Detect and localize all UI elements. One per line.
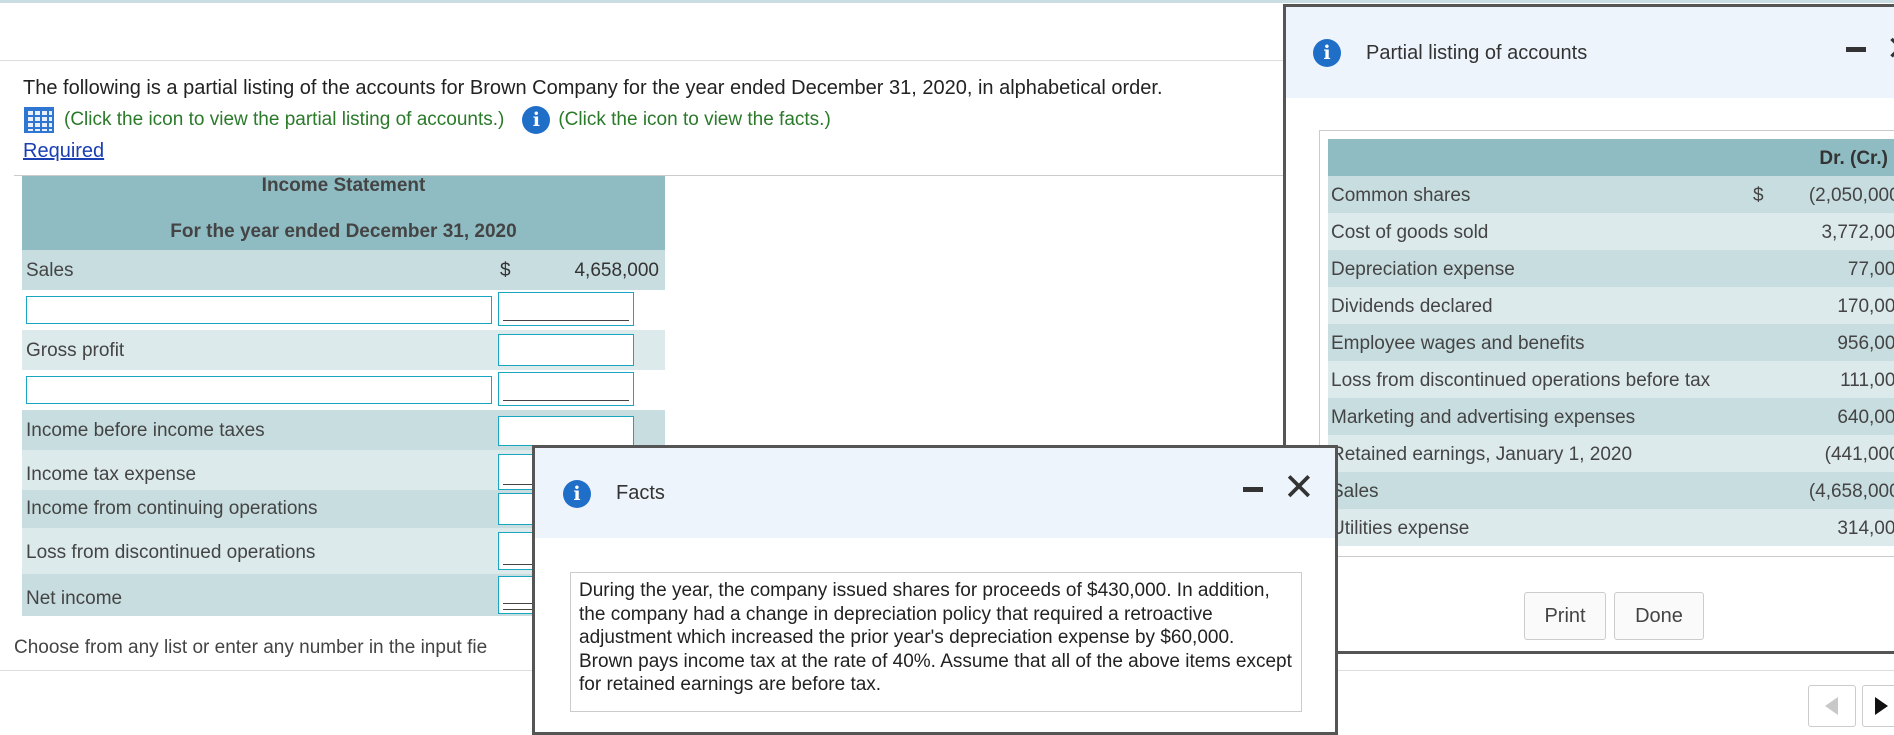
accounts-link[interactable]: (Click the icon to view the partial list… [64,109,504,131]
gross-profit-row: Gross profit [22,330,665,370]
cost-row [22,290,665,330]
account-dollar: $ [1753,185,1764,206]
amount-input-1[interactable] [498,292,634,326]
table-row: Employee wages and benefits 956,000 [1328,324,1894,361]
table-row: Depreciation expense 77,000 [1328,250,1894,287]
account-select-1[interactable] [26,296,492,324]
account-name: Sales [1331,481,1379,502]
previous-button[interactable] [1808,685,1856,727]
tax-expense-label: Income tax expense [26,464,197,485]
accounts-panel-title: Partial listing of accounts [1366,42,1588,64]
info-icon: i [563,480,591,508]
gross-profit-label: Gross profit [26,340,125,361]
account-value: 956,000 [1837,333,1894,354]
table-row: Cost of goods sold 3,772,000 [1328,213,1894,250]
income-before-tax-input[interactable] [498,416,634,446]
facts-link[interactable]: (Click the icon to view the facts.) [558,109,830,131]
account-name: Marketing and advertising expenses [1331,407,1636,428]
account-name: Loss from discontinued operations before… [1331,370,1711,391]
facts-panel-title: Facts [616,482,665,504]
accounts-table: Dr. (Cr.) Common shares $ (2,050,000) Co… [1328,139,1894,546]
info-icon: i [1313,39,1341,67]
account-name: Cost of goods sold [1331,222,1489,243]
close-icon[interactable]: ✕ [1283,465,1315,510]
discontinued-label: Loss from discontinued operations [26,542,316,563]
sales-dollar: $ [500,260,511,281]
income-before-tax-label: Income before income taxes [26,420,265,441]
account-value: (4,658,000) [1808,481,1894,502]
account-name: Employee wages and benefits [1331,333,1585,354]
minimize-icon[interactable] [1243,487,1263,492]
column-header: Dr. (Cr.) [1819,148,1888,169]
account-name: Dividends declared [1331,296,1493,317]
account-name: Depreciation expense [1331,259,1515,280]
minimize-icon[interactable] [1846,47,1866,52]
income-statement-title: Income Statement [261,175,426,196]
table-row: Utilities expense 314,000 [1328,509,1894,546]
account-value: 111,000 [1840,370,1894,391]
account-value: 314,000 [1837,518,1894,539]
done-button[interactable]: Done [1614,592,1704,640]
intro-text: The following is a partial listing of th… [23,77,1163,99]
table-row: Dividends declared 170,000 [1328,287,1894,324]
grid-icon[interactable] [24,107,54,133]
table-row: Retained earnings, January 1, 2020 (441,… [1328,435,1894,472]
income-statement-header: Income Statement For the year ended Dece… [22,176,665,250]
account-value: 640,000 [1837,407,1894,428]
divider [0,60,1290,61]
top-border [0,0,1894,3]
account-value: (2,050,000) [1808,185,1894,206]
info-icon[interactable]: i [522,106,551,134]
expense-row [22,370,665,410]
income-statement-subtitle: For the year ended December 31, 2020 [170,221,517,242]
account-select-2[interactable] [26,376,492,404]
sales-label: Sales [26,260,74,281]
facts-panel: i Facts ✕ During the year, the company i… [532,445,1338,735]
instruction-text: Choose from any list or enter any number… [14,637,488,658]
net-income-label: Net income [26,588,123,609]
required-link[interactable]: Required [23,140,104,163]
account-value: 3,772,000 [1821,222,1894,243]
close-icon[interactable]: ✕ [1886,29,1894,69]
account-value: 170,000 [1837,296,1894,317]
account-name: Utilities expense [1331,518,1470,539]
gross-profit-input[interactable] [498,334,634,366]
account-name: Retained earnings, January 1, 2020 [1331,444,1633,465]
account-value: 77,000 [1847,259,1894,280]
account-value: (441,000) [1824,444,1894,465]
table-row: Common shares $ (2,050,000) [1328,176,1894,213]
table-row: Loss from discontinued operations before… [1328,361,1894,398]
continuing-label: Income from continuing operations [26,498,318,519]
facts-text: During the year, the company issued shar… [570,572,1302,712]
next-button[interactable] [1862,685,1894,727]
table-row: Sales (4,658,000) [1328,472,1894,509]
print-button[interactable]: Print [1524,592,1606,640]
table-row: Marketing and advertising expenses 640,0… [1328,398,1894,435]
amount-input-2[interactable] [498,372,634,406]
accounts-panel: i Partial listing of accounts ✕ Dr. (Cr.… [1283,4,1894,654]
accounts-table-header: Dr. (Cr.) [1328,139,1894,176]
sales-value: 4,658,000 [574,260,659,281]
income-before-tax-row: Income before income taxes [22,410,665,450]
sales-row: Sales $ 4,658,000 [22,250,665,290]
account-name: Common shares [1331,185,1471,206]
link-row: (Click the icon to view the partial list… [24,106,831,134]
